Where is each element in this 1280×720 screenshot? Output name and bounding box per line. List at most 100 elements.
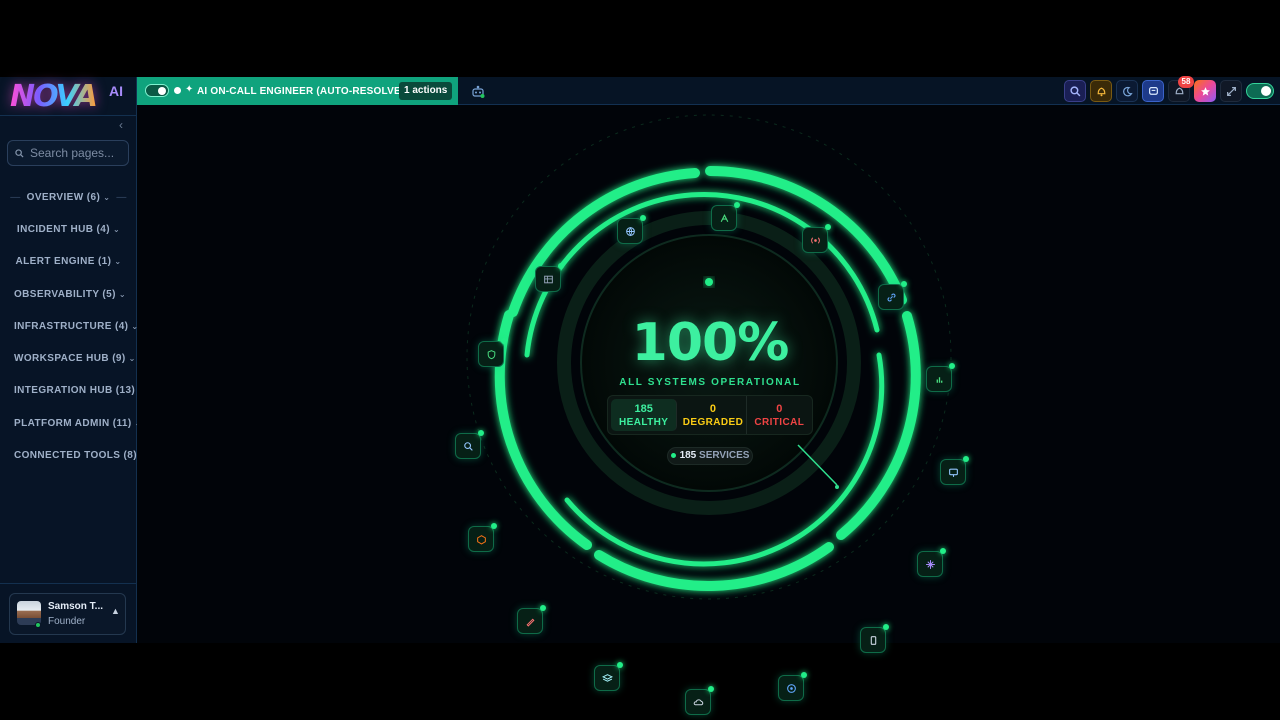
logo-suffix: AI (109, 83, 123, 99)
sidebar: NOVA AI ‹ Search pages... — OVERVIEW (6) ⌄… (0, 77, 145, 643)
sidebar-item-label: OBSERVABILITY (5) (14, 288, 116, 300)
star-icon (1200, 86, 1210, 96)
sparkle-icon (925, 559, 935, 569)
user-role: Founder (48, 616, 86, 627)
toolbar-icons: 58 (1064, 76, 1280, 102)
ai-oncall-banner[interactable]: ✦ AI ON-CALL ENGINEER (AUTO-RESOLVE) 1 a… (137, 77, 458, 105)
phone-icon-node[interactable] (860, 624, 889, 653)
oncall-toggle[interactable] (145, 84, 169, 97)
chevron-left-icon[interactable]: ‹ (115, 118, 127, 132)
shield-icon (487, 349, 495, 359)
table-icon (543, 275, 553, 283)
oncall-label: AI ON-CALL ENGINEER (AUTO-RESOLVE) (197, 86, 405, 97)
stat-healthy[interactable]: 185 HEALTHY (611, 399, 678, 431)
phone-icon (870, 635, 876, 645)
services-count: 185 (679, 450, 697, 461)
status-dot (670, 452, 676, 458)
search-button[interactable] (1064, 80, 1086, 102)
sidebar-item-platform-admin[interactable]: PLATFORM ADMIN (11)⌄ (0, 407, 141, 439)
divider (0, 583, 136, 584)
cube-icon-node[interactable] (468, 523, 497, 552)
sidebar-item-label: INTEGRATION HUB (13) (14, 385, 136, 397)
ai-assistant-button[interactable] (1194, 80, 1216, 102)
chevron-down-icon: ⌄ (114, 257, 122, 267)
chat-button[interactable] (1142, 80, 1164, 102)
sidebar-item-overview[interactable]: — OVERVIEW (6) ⌄ — (0, 181, 137, 213)
signal-icon (720, 213, 728, 222)
top-bar: ✦ AI ON-CALL ENGINEER (AUTO-RESOLVE) 1 a… (137, 76, 1280, 105)
shield-icon-node[interactable] (478, 338, 507, 367)
target-icon (786, 683, 796, 693)
sidebar-item-label: PLATFORM ADMIN (11) (14, 417, 132, 429)
sidebar-item-infrastructure[interactable]: INFRASTRUCTURE (4) ⌄ (0, 310, 138, 342)
monitor-icon (948, 468, 958, 477)
online-status-dot (35, 622, 41, 628)
radio-icon-node[interactable] (802, 224, 831, 253)
bell-icon (1097, 87, 1105, 96)
sidebar-item-integration-hub[interactable]: INTEGRATION HUB (13)⌄ (0, 375, 145, 407)
search-icon-node[interactable] (455, 430, 484, 459)
chat-icon (1148, 86, 1158, 95)
sidebar-item-label: WORKSPACE HUB (9) (14, 353, 126, 365)
search-icon (463, 441, 473, 451)
cloud-icon-node[interactable] (685, 686, 714, 715)
service-stats: 185 HEALTHY 0 DEGRADED 0 CRITICAL (607, 395, 813, 435)
nova-logo[interactable]: NOVA AI (10, 79, 126, 117)
link-icon-node[interactable] (878, 281, 907, 310)
table-icon-node[interactable] (535, 263, 564, 292)
user-name: Samson T... (48, 601, 104, 612)
degraded-count: 0 (709, 402, 717, 415)
mode-toggle[interactable] (1246, 83, 1274, 99)
bar-chart-icon (936, 376, 942, 383)
sparkle-icon: ✦ (185, 84, 194, 95)
sidebar-item-connected-tools[interactable]: CONNECTED TOOLS (8) (0, 439, 137, 471)
search-icon (15, 148, 24, 158)
cube-icon (476, 534, 486, 544)
monitor-icon-node[interactable] (940, 456, 969, 485)
chevron-down-icon: ⌄ (103, 192, 111, 202)
sidebar-item-observability[interactable]: OBSERVABILITY (5) ⌄ (0, 278, 137, 310)
stat-degraded[interactable]: 0 DEGRADED (680, 396, 747, 434)
healthy-label: HEALTHY (619, 416, 669, 428)
needle-tip (835, 485, 839, 489)
health-percent: 100% (631, 313, 790, 373)
healthy-count: 185 (634, 402, 653, 415)
expand-icon (1226, 86, 1236, 96)
sidebar-item-workspace-hub[interactable]: WORKSPACE HUB (9) ⌄ (0, 342, 137, 374)
actions-badge[interactable]: 1 actions (399, 82, 453, 100)
bar-chart-icon-node[interactable] (926, 363, 955, 392)
chevron-down-icon: ⌄ (118, 289, 126, 299)
user-menu[interactable]: Samson T... Founder ▲ (9, 593, 126, 635)
services-pill[interactable]: 185 SERVICES (667, 447, 753, 465)
divider (0, 115, 136, 116)
pen-icon (525, 618, 535, 627)
robot-button[interactable] (467, 80, 489, 102)
notifications-button[interactable]: 58 (1168, 76, 1194, 102)
sidebar-item-label: ALERT ENGINE (1) (15, 256, 112, 268)
critical-label: CRITICAL (754, 416, 805, 428)
signal-icon-node[interactable] (711, 202, 740, 231)
fullscreen-button[interactable] (1220, 80, 1242, 102)
stat-critical[interactable]: 0 CRITICAL (747, 396, 812, 434)
sidebar-item-incident-hub[interactable]: INCIDENT HUB (4) ⌄ (0, 213, 137, 245)
sidebar-item-label: INFRASTRUCTURE (4) (14, 320, 129, 332)
degraded-label: DEGRADED (682, 416, 744, 428)
pen-icon-node[interactable] (517, 605, 546, 634)
layers-icon (601, 673, 613, 682)
search-input[interactable]: Search pages... (7, 140, 129, 166)
search-placeholder: Search pages... (30, 146, 115, 160)
link-icon (887, 293, 895, 301)
theme-button[interactable] (1116, 80, 1138, 102)
target-icon-node[interactable] (778, 672, 807, 701)
sidebar-item-label: INCIDENT HUB (4) (16, 223, 110, 235)
sidebar-item-label: CONNECTED TOOLS (8) (14, 450, 137, 462)
chevron-down-icon: ⌄ (128, 354, 136, 364)
globe-icon (625, 226, 635, 236)
moon-icon (1122, 86, 1133, 96)
sparkle-icon-node[interactable] (917, 548, 946, 577)
sidebar-item-alert-engine[interactable]: ALERT ENGINE (1) ⌄ (0, 246, 137, 278)
globe-icon-node[interactable] (617, 215, 646, 244)
alerts-button[interactable] (1090, 80, 1112, 102)
layers-icon-node[interactable] (594, 662, 623, 691)
radio-icon (810, 236, 820, 244)
